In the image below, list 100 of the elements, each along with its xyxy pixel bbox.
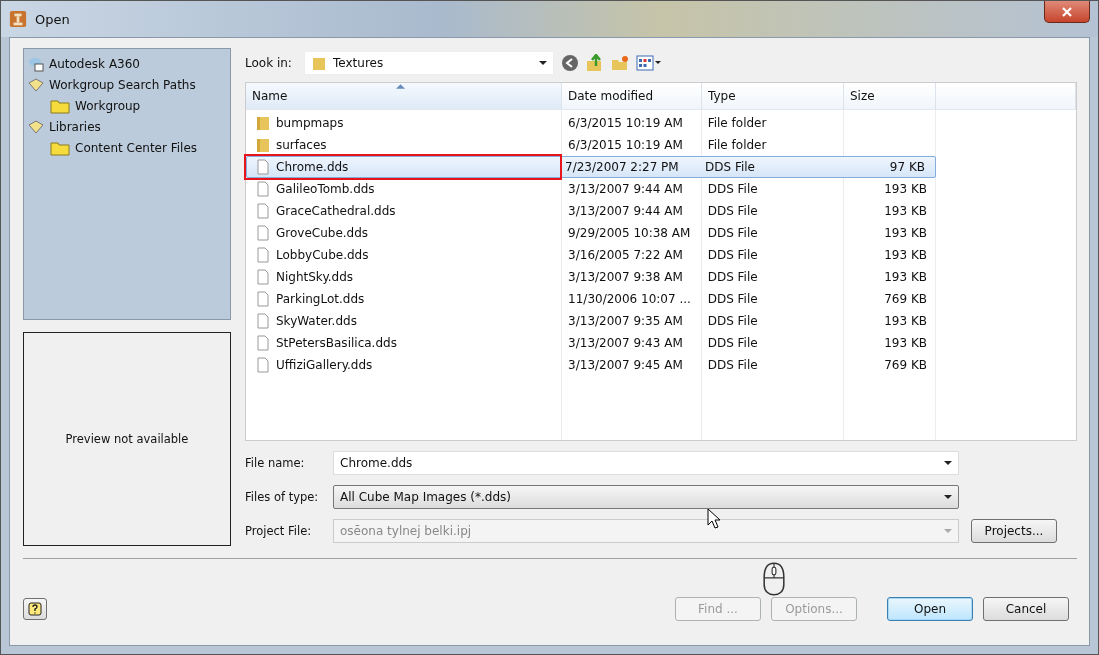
file-icon <box>255 269 271 285</box>
file-icon <box>255 335 271 351</box>
folder-icon <box>311 55 327 71</box>
type-cell-text: DDS File <box>706 357 759 374</box>
file-icon <box>255 291 271 307</box>
combo-field[interactable]: Chrome.dds <box>333 451 959 475</box>
date-cell-text: 11/30/2006 10:07 ... <box>567 291 692 308</box>
look-in-label: Look in: <box>245 56 293 70</box>
column-header[interactable]: Name <box>246 83 562 109</box>
up-folder-icon[interactable] <box>586 54 604 72</box>
date-cell-text: 3/13/2007 9:44 AM <box>567 203 684 220</box>
size-cell-text: 193 KB <box>883 181 928 198</box>
file-row[interactable]: GroveCube.dds 9/29/2005 10:38 AM DDS File 193 KB <box>246 222 936 244</box>
type-cell-text: File folder <box>706 137 768 154</box>
file-row[interactable]: GraceCathedral.dds 3/13/2007 9:44 AM DDS File 193 KB <box>246 200 936 222</box>
place-item[interactable]: Content Center Files <box>28 137 226 158</box>
file-name-cell: Chrome.dds <box>247 157 559 177</box>
file-icon <box>255 159 271 175</box>
library-icon <box>28 76 44 93</box>
file-icon <box>255 225 271 241</box>
field-label: Files of type: <box>245 490 320 504</box>
type-cell-text: DDS File <box>706 203 759 220</box>
caret-icon <box>944 461 952 465</box>
file-row[interactable]: bumpmaps 6/3/2015 10:19 AM File folder <box>246 112 936 134</box>
file-row[interactable]: StPetersBasilica.dds 3/13/2007 9:43 AM DDS File 193 KB <box>246 332 936 354</box>
type-cell-text: DDS File <box>706 225 759 242</box>
file-row[interactable]: NightSky.dds 3/13/2007 9:38 AM DDS File 193 KB <box>246 266 936 288</box>
app-icon <box>9 10 27 28</box>
file-icon <box>255 357 271 373</box>
file-name-cell: StPetersBasilica.dds <box>247 333 563 353</box>
date-cell-text: 3/13/2007 9:45 AM <box>567 357 684 374</box>
type-cell-text: DDS File <box>706 335 759 352</box>
size-cell-text: 193 KB <box>883 247 928 264</box>
folder-icon <box>50 97 70 114</box>
back-icon[interactable] <box>561 54 579 72</box>
date-cell-text: 7/23/2007 2:27 PM <box>564 159 680 176</box>
projects-button[interactable]: Projects... <box>971 519 1057 543</box>
cursor-icon <box>707 508 721 530</box>
date-cell-text: 3/13/2007 9:38 AM <box>567 269 684 286</box>
close-button[interactable] <box>1044 1 1090 23</box>
caret-icon <box>944 529 952 533</box>
date-cell-text: 6/3/2015 10:19 AM <box>567 137 684 154</box>
type-cell-text: DDS File <box>706 269 759 286</box>
close-icon <box>1061 5 1073 18</box>
date-cell-text: 3/13/2007 9:35 AM <box>567 313 684 330</box>
caret-icon <box>944 495 952 499</box>
size-cell-text: 193 KB <box>883 225 928 242</box>
file-name-cell: SkyWater.dds <box>247 311 563 331</box>
file-row[interactable]: SkyWater.dds 3/13/2007 9:35 AM DDS File 193 KB <box>246 310 936 332</box>
size-cell-text: 97 KB <box>888 159 926 176</box>
folder-icon <box>50 139 70 156</box>
dialog-button[interactable]: Cancel <box>983 597 1069 621</box>
field-label: Project File: <box>245 524 313 538</box>
size-cell-text: 193 KB <box>883 335 928 352</box>
place-item[interactable]: Autodesk A360 <box>28 53 226 74</box>
date-cell-text: 3/16/2005 7:22 AM <box>567 247 684 264</box>
combo-field[interactable]: All Cube Map Images (*.dds) <box>333 485 959 509</box>
size-cell-text: 769 KB <box>883 357 928 374</box>
help-button[interactable] <box>23 598 47 620</box>
mouse-icon <box>762 562 786 596</box>
column-header[interactable]: Size <box>844 83 936 109</box>
file-icon <box>255 247 271 263</box>
file-name-cell: bumpmaps <box>247 113 563 133</box>
file-name-cell: LobbyCube.dds <box>247 245 563 265</box>
file-icon <box>255 181 271 197</box>
file-row[interactable]: GalileoTomb.dds 3/13/2007 9:44 AM DDS File 193 KB <box>246 178 936 200</box>
file-name-cell: UffiziGallery.dds <box>247 355 563 375</box>
place-item[interactable]: Workgroup <box>28 95 226 116</box>
help-icon <box>28 602 42 616</box>
file-name-cell: GraceCathedral.dds <box>247 201 563 221</box>
file-row[interactable]: UffiziGallery.dds 3/13/2007 9:45 AM DDS File 769 KB <box>246 354 936 376</box>
size-cell-text: 193 KB <box>883 203 928 220</box>
type-cell-text: DDS File <box>706 247 759 264</box>
place-item[interactable]: Workgroup Search Paths <box>28 74 226 95</box>
type-cell-text: DDS File <box>706 313 759 330</box>
size-cell-text: 193 KB <box>883 269 928 286</box>
type-cell-text: DDS File <box>706 181 759 198</box>
file-row[interactable]: LobbyCube.dds 3/16/2005 7:22 AM DDS File 193 KB <box>246 244 936 266</box>
file-name-cell: ParkingLot.dds <box>247 289 563 309</box>
file-name-cell: GroveCube.dds <box>247 223 563 243</box>
date-cell-text: 3/13/2007 9:43 AM <box>567 335 684 352</box>
column-header[interactable]: Date modified <box>562 83 702 109</box>
file-row[interactable]: Chrome.dds 7/23/2007 2:27 PM DDS File 97 KB <box>246 156 936 178</box>
file-row[interactable]: surfaces 6/3/2015 10:19 AM File folder <box>246 134 936 156</box>
view-menu-icon[interactable] <box>636 54 662 72</box>
date-cell-text: 9/29/2005 10:38 AM <box>567 225 692 242</box>
look-in-dropdown[interactable]: Textures <box>304 51 554 75</box>
size-cell-text: 769 KB <box>883 291 928 308</box>
field-label: File name: <box>245 456 306 470</box>
new-folder-icon[interactable] <box>611 54 629 72</box>
dialog-button[interactable]: Open <box>887 597 973 621</box>
file-row[interactable]: ParkingLot.dds 11/30/2006 10:07 ... DDS File 769 KB <box>246 288 936 310</box>
file-name-cell: NightSky.dds <box>247 267 563 287</box>
column-header[interactable]: Type <box>702 83 844 109</box>
type-cell-text: File folder <box>706 115 768 132</box>
size-cell-text: 193 KB <box>883 313 928 330</box>
caret-icon <box>539 61 547 65</box>
file-name-cell: GalileoTomb.dds <box>247 179 563 199</box>
date-cell-text: 3/13/2007 9:44 AM <box>567 181 684 198</box>
place-item[interactable]: Libraries <box>28 116 226 137</box>
